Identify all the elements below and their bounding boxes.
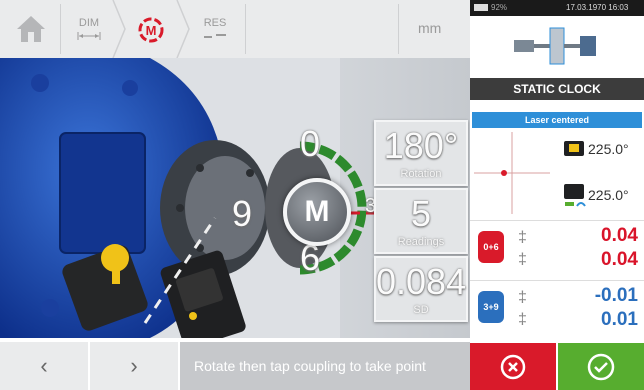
coupling-pair-0-6: 0+6 ‡ ‡ 0.04 0.04 bbox=[470, 220, 644, 277]
cancel-button[interactable] bbox=[470, 343, 556, 390]
sd-box: 0.084 SD bbox=[374, 256, 468, 322]
clock-label-top: 0 bbox=[300, 123, 321, 164]
confirm-button[interactable] bbox=[558, 343, 644, 390]
rotation-value: 180° bbox=[383, 125, 459, 166]
clock-label-left: 9 bbox=[232, 193, 253, 234]
datetime-text: 17.03.1970 16:03 bbox=[566, 3, 629, 12]
pair1-value-2: 0.04 bbox=[601, 249, 638, 270]
take-point-label: M bbox=[304, 195, 330, 228]
measurement-scene[interactable]: 0 9 3 6 M 180° Rotation 5 Readings 0.084… bbox=[0, 58, 470, 338]
machine-train-icon bbox=[514, 27, 596, 65]
crumb-res[interactable]: RES bbox=[192, 0, 238, 58]
sd-label: SD bbox=[413, 304, 429, 316]
sensor-angle-1: 225.0° bbox=[588, 141, 629, 157]
unit-label: mm bbox=[418, 20, 442, 36]
pair2-value-2: 0.01 bbox=[601, 309, 638, 330]
crumb-dim[interactable]: DIM bbox=[66, 0, 112, 58]
next-button[interactable]: › bbox=[90, 342, 180, 390]
battery-icon bbox=[474, 4, 488, 11]
sensor-angle-row-2: 225.0° bbox=[562, 182, 629, 208]
pair2-value-1: -0.01 bbox=[594, 285, 638, 306]
sensor-angle-row-1: 225.0° bbox=[562, 138, 629, 160]
crumb-arrow-1 bbox=[112, 0, 126, 63]
laser-device-icon bbox=[564, 184, 586, 207]
crumb-dim-label: DIM bbox=[78, 17, 100, 29]
battery-text: 92% bbox=[491, 3, 508, 12]
gap-icon-2: ‡ bbox=[518, 289, 527, 306]
pair1-value-1: 0.04 bbox=[601, 225, 638, 246]
top-navigation-bar: DIM M RES mm bbox=[0, 0, 470, 59]
readings-box: 5 Readings bbox=[374, 188, 468, 254]
panel-title: STATIC CLOCK bbox=[470, 78, 644, 100]
laser-target bbox=[474, 132, 550, 214]
offset-icon: ‡ bbox=[518, 251, 527, 268]
dimensions-icon bbox=[77, 32, 101, 40]
sensor-angle-2: 225.0° bbox=[588, 187, 629, 203]
status-bar: 92% 17.03.1970 16:03 bbox=[470, 0, 644, 16]
right-panel: 92% 17.03.1970 16:03 STATIC CLOCK Laser … bbox=[470, 0, 644, 390]
sensor-icon bbox=[564, 141, 584, 156]
tag-3-9-label: 3+9 bbox=[483, 302, 499, 312]
tag-0-6-badge: 0+6 bbox=[478, 231, 504, 263]
machine-thumbnail[interactable] bbox=[510, 24, 600, 75]
previous-button[interactable]: ‹ bbox=[0, 342, 90, 390]
gap-icon: ‡ bbox=[518, 229, 527, 246]
crumb-measure-label: M bbox=[146, 23, 157, 38]
crumb-res-label: RES bbox=[203, 17, 227, 29]
battery-indicator: 92% bbox=[474, 3, 507, 12]
offset-icon-2: ‡ bbox=[518, 311, 527, 328]
rotation-box: 180° Rotation bbox=[374, 120, 468, 186]
home-icon bbox=[17, 16, 45, 42]
instruction-text: Rotate then tap coupling to take point bbox=[180, 342, 470, 390]
chevron-left-icon: ‹ bbox=[40, 353, 48, 378]
laser-status: Laser centered bbox=[472, 112, 642, 128]
sd-value: 0.084 bbox=[376, 261, 467, 302]
check-circle-icon bbox=[587, 353, 615, 380]
measure-icon: M bbox=[138, 17, 164, 43]
crumb-measure[interactable]: M bbox=[128, 0, 174, 58]
readings-value: 5 bbox=[410, 193, 432, 234]
tag-0-6-label: 0+6 bbox=[483, 242, 499, 252]
results-icon bbox=[204, 34, 226, 38]
readings-label: Readings bbox=[397, 236, 445, 248]
take-point-button[interactable]: M bbox=[283, 178, 351, 246]
close-circle-icon bbox=[500, 354, 526, 379]
chevron-right-icon: › bbox=[130, 353, 138, 378]
coupling-pair-3-9: 3+9 ‡ ‡ -0.01 0.01 bbox=[470, 280, 644, 339]
home-button[interactable] bbox=[14, 12, 48, 51]
tag-3-9-badge: 3+9 bbox=[478, 291, 504, 323]
crumb-arrow-2 bbox=[176, 0, 190, 63]
rotation-label: Rotation bbox=[400, 168, 442, 180]
